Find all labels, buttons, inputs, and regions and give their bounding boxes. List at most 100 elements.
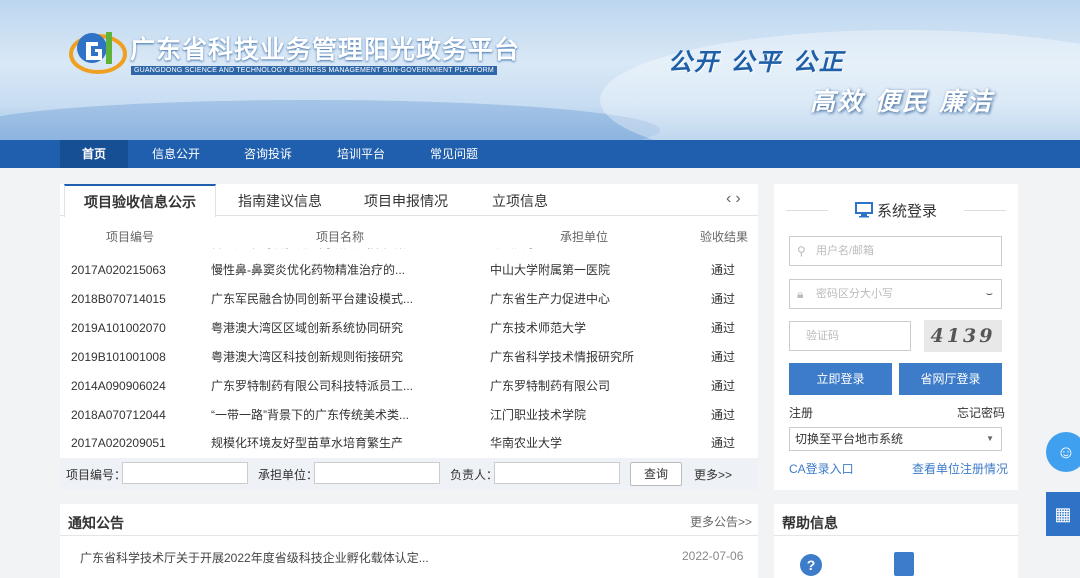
cell-project-no: 2019A101002070 (71, 321, 166, 335)
nav-home[interactable]: 首页 (60, 140, 128, 168)
unit-input[interactable] (314, 462, 440, 484)
project-table: 2015A010100011 智慧分布式波能发电网络关键技术研究 深圳大学 通过… (60, 248, 758, 458)
cell-project-no: 2019B101001008 (71, 350, 166, 364)
cell-project-no: 2017A020215063 (71, 263, 166, 277)
tab-acceptance[interactable]: 项目验收信息公示 (64, 184, 216, 217)
cell-unit: 广东省生产力促进中心 (490, 292, 611, 306)
cell-result: 通过 (711, 436, 736, 450)
cell-project-no: 2017A020209051 (71, 436, 166, 450)
username-input[interactable]: ⚲ 用户名/邮箱 (789, 236, 1002, 266)
owner-input[interactable] (494, 462, 620, 484)
project-no-input[interactable] (122, 462, 248, 484)
system-select-value: 切换至平台地市系统 (795, 432, 904, 446)
tab-arrows: ‹› (726, 190, 745, 208)
cell-project-name: 慢性鼻-鼻窦炎优化药物精准治疗的... (211, 263, 405, 277)
platform-logo-icon (69, 32, 127, 74)
cell-unit: 广东罗特制药有限公司 (490, 379, 611, 393)
help-question-icon[interactable]: ? (800, 554, 822, 576)
login-title: 系统登录 (774, 200, 1018, 221)
lock-icon: 🔒︎ (797, 287, 804, 301)
forgot-password-link[interactable]: 忘记密码 (957, 404, 1005, 421)
cell-result: 通过 (711, 292, 736, 306)
cell-result: 通过 (711, 350, 736, 364)
cell-project-no: 2018A070712044 (71, 408, 166, 422)
tab-guide-suggestions[interactable]: 指南建议信息 (230, 184, 330, 216)
unit-label: 承担单位： (258, 468, 319, 482)
table-row[interactable]: 2019B101001008 粤港澳大湾区科技创新规则衔接研究 广东省科学技术情… (60, 343, 758, 372)
col-project-name: 项目名称 (316, 230, 365, 244)
nav-faq[interactable]: 常见问题 (418, 140, 490, 168)
chevron-left-icon[interactable]: ‹ (726, 190, 735, 207)
main-nav: 首页 信息公开 咨询投诉 培训平台 常见问题 (0, 140, 1080, 168)
help-panel: 帮助信息 ? (774, 504, 1018, 578)
notice-title: 通知公告 (68, 515, 124, 531)
more-link[interactable]: 更多>> (694, 466, 732, 483)
banner-wave (0, 100, 660, 140)
cell-unit: 江门职业技术学院 (490, 408, 587, 422)
cell-project-no: 2018B070714015 (71, 292, 166, 306)
username-placeholder: 用户名/邮箱 (816, 245, 875, 257)
qr-code-icon[interactable]: ▦ (1046, 492, 1080, 536)
user-icon: ⚲ (797, 244, 806, 258)
more-notices-link[interactable]: 更多公告>> (690, 513, 752, 530)
notice-panel: 通知公告 更多公告>> 广东省科学技术厅关于开展2022年度省级科技企业孵化载体… (60, 504, 758, 578)
register-link[interactable]: 注册 (789, 404, 813, 421)
cell-result: 通过 (711, 263, 736, 277)
unit-register-link[interactable]: 查看单位注册情况 (912, 460, 1008, 477)
col-project-no: 项目编号 (106, 230, 155, 244)
cell-unit: 广东技术师范大学 (490, 321, 587, 335)
table-row[interactable]: 2019A101002070 粤港澳大湾区区域创新系统协同研究 广东技术师范大学… (60, 314, 758, 343)
slogan-line-1: 公开 公平 公正 (668, 47, 845, 76)
tab-approval-info[interactable]: 立项信息 (480, 184, 560, 216)
chevron-right-icon[interactable]: › (735, 190, 744, 207)
project-no-label: 项目编号： (66, 468, 127, 482)
nav-training[interactable]: 培训平台 (325, 140, 397, 168)
cell-project-name: 粤港澳大湾区区域创新系统协同研究 (211, 321, 404, 335)
help-title: 帮助信息 (782, 515, 838, 531)
notice-header: 通知公告 更多公告>> (60, 504, 758, 536)
table-row[interactable]: 2017A020209051 规模化环境友好型苗草水培育繁生产 华南农业大学 通… (60, 429, 758, 458)
project-info-panel: 项目验收信息公示 指南建议信息 项目申报情况 立项信息 ‹› 项目编号 项目名称… (60, 184, 758, 490)
system-select[interactable]: 切换至平台地市系统 ▼ (789, 427, 1002, 451)
document-icon[interactable] (894, 552, 914, 576)
chat-bubble-icon[interactable]: ☺ (1046, 432, 1080, 472)
password-input[interactable]: 🔒︎ 密码区分大小写 ⌣ (789, 279, 1002, 309)
cell-result: 通过 (711, 321, 736, 335)
cell-result: 通过 (711, 408, 736, 422)
info-tabs: 项目验收信息公示 指南建议信息 项目申报情况 立项信息 ‹› (60, 184, 758, 217)
nav-info-public[interactable]: 信息公开 (140, 140, 212, 168)
login-panel: 系统登录 ⚲ 用户名/邮箱 🔒︎ 密码区分大小写 ⌣ 验证码 4139 立即登录 省… (774, 184, 1018, 490)
owner-label: 负责人： (450, 468, 499, 482)
query-button[interactable]: 查询 (630, 462, 682, 486)
password-placeholder: 密码区分大小写 (816, 288, 893, 300)
platform-title-en: GUANGDONG SCIENCE AND TECHNOLOGY BUSINES… (131, 66, 497, 75)
search-bar: 项目编号： 承担单位： 负责人： 查询 更多>> (60, 458, 758, 490)
col-unit: 承担单位 (560, 230, 609, 244)
login-button[interactable]: 立即登录 (789, 363, 892, 395)
notice-item[interactable]: 广东省科学技术厅关于开展2022年度省级科技企业孵化载体认定... (80, 549, 429, 566)
captcha-input[interactable]: 验证码 (789, 321, 911, 351)
dropdown-caret-icon: ▼ (986, 434, 994, 443)
table-row[interactable]: 2018A070712044 “一带一路”背景下的广东传统美术类... 江门职业… (60, 401, 758, 430)
captcha-image[interactable]: 4139 (924, 320, 1002, 352)
ca-login-link[interactable]: CA登录入口 (789, 460, 854, 477)
login-title-text: 系统登录 (876, 203, 937, 220)
cell-project-name: “一带一路”背景下的广东传统美术类... (211, 408, 409, 422)
table-row[interactable]: 2017A020215063 慢性鼻-鼻窦炎优化药物精准治疗的... 中山大学附… (60, 256, 758, 285)
table-row[interactable]: 2014A090906024 广东罗特制药有限公司科技特派员工... 广东罗特制… (60, 372, 758, 401)
header-banner: 广东省科技业务管理阳光政务平台 GUANGDONG SCIENCE AND TE… (0, 0, 1080, 140)
cell-unit: 中山大学附属第一医院 (490, 263, 611, 277)
eye-closed-icon[interactable]: ⌣ (986, 280, 993, 308)
cell-project-name: 广东军民融合协同创新平台建设模式... (211, 292, 414, 306)
table-row[interactable]: 2018B070714015 广东军民融合协同创新平台建设模式... 广东省生产… (60, 285, 758, 314)
cell-project-name: 粤港澳大湾区科技创新规则衔接研究 (211, 350, 404, 364)
gov-login-button[interactable]: 省网厅登录 (899, 363, 1002, 395)
cell-project-name: 规模化环境友好型苗草水培育繁生产 (211, 436, 404, 450)
tab-application-status[interactable]: 项目申报情况 (356, 184, 456, 216)
table-header: 项目编号 项目名称 承担单位 验收结果 (60, 228, 758, 248)
cell-unit: 华南农业大学 (490, 436, 563, 450)
platform-title: 广东省科技业务管理阳光政务平台 (130, 36, 521, 64)
cell-project-name: 广东罗特制药有限公司科技特派员工... (211, 379, 414, 393)
nav-consult[interactable]: 咨询投诉 (232, 140, 304, 168)
help-header: 帮助信息 (774, 504, 1018, 536)
